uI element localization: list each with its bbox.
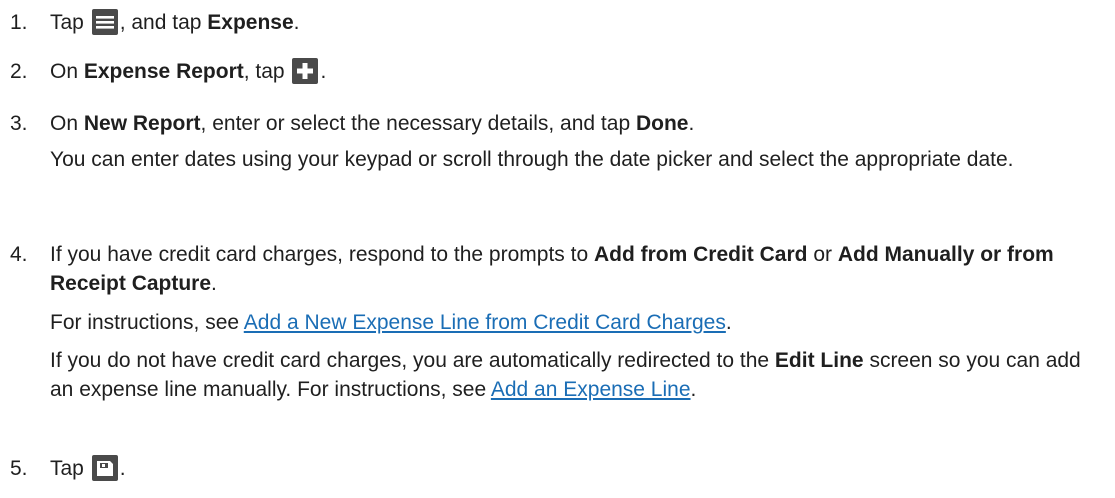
plus-icon [292, 58, 319, 84]
step-text: Tap [50, 457, 84, 480]
punctuation: . [688, 112, 695, 135]
step-text: For instructions, see [50, 311, 240, 334]
link-add-expense-line-credit-card[interactable]: Add a New Expense Line from Credit Card … [244, 311, 726, 334]
step-number: 5. [10, 457, 28, 480]
step-number: 3. [10, 112, 28, 135]
step-5: 5. Tap . [10, 454, 1097, 484]
punctuation: . [293, 11, 300, 34]
punctuation: . [320, 60, 327, 83]
step-text: , and tap [119, 11, 202, 34]
punctuation: . [690, 378, 697, 401]
step-number: 1. [10, 11, 28, 34]
step-number: 4. [10, 243, 28, 266]
step-text: or [813, 243, 833, 266]
ui-term-expense-report: Expense Report [83, 60, 244, 83]
punctuation: . [119, 457, 126, 480]
step-note: You can enter dates using your keypad or… [50, 148, 1014, 171]
step-text: If you do not have credit card charges, … [50, 349, 770, 372]
step-text: If you have credit card charges, respond… [50, 243, 589, 266]
punctuation: . [211, 272, 217, 295]
step-text: , tap [243, 60, 285, 83]
link-add-expense-line[interactable]: Add an Expense Line [491, 378, 691, 401]
step-2: 2. On Expense Report, tap . [10, 57, 1097, 87]
ui-term-expense: Expense [207, 11, 294, 34]
ui-term-new-report: New Report [83, 112, 201, 135]
step-text: Tap [50, 11, 84, 34]
ui-term-add-from-credit-card: Add from Credit Card [593, 243, 808, 266]
step-number: 2. [10, 60, 28, 83]
ui-term-edit-line: Edit Line [774, 349, 864, 372]
instruction-document: 1. Tap , and tap Expense. 2. On Expense … [0, 0, 1115, 498]
step-1: 1. Tap , and tap Expense. [10, 8, 1097, 38]
step-text: On [50, 112, 79, 135]
ui-term-done: Done [635, 112, 689, 135]
step-text: On [50, 60, 79, 83]
punctuation: . [725, 311, 732, 334]
step-3: 3. On New Report, enter or select the ne… [10, 109, 1097, 174]
step-4: 4. If you have credit card charges, resp… [10, 240, 1097, 404]
hamburger-menu-icon [91, 9, 118, 35]
step-text: , enter or select the necessary details,… [200, 112, 631, 135]
save-icon [91, 455, 118, 481]
